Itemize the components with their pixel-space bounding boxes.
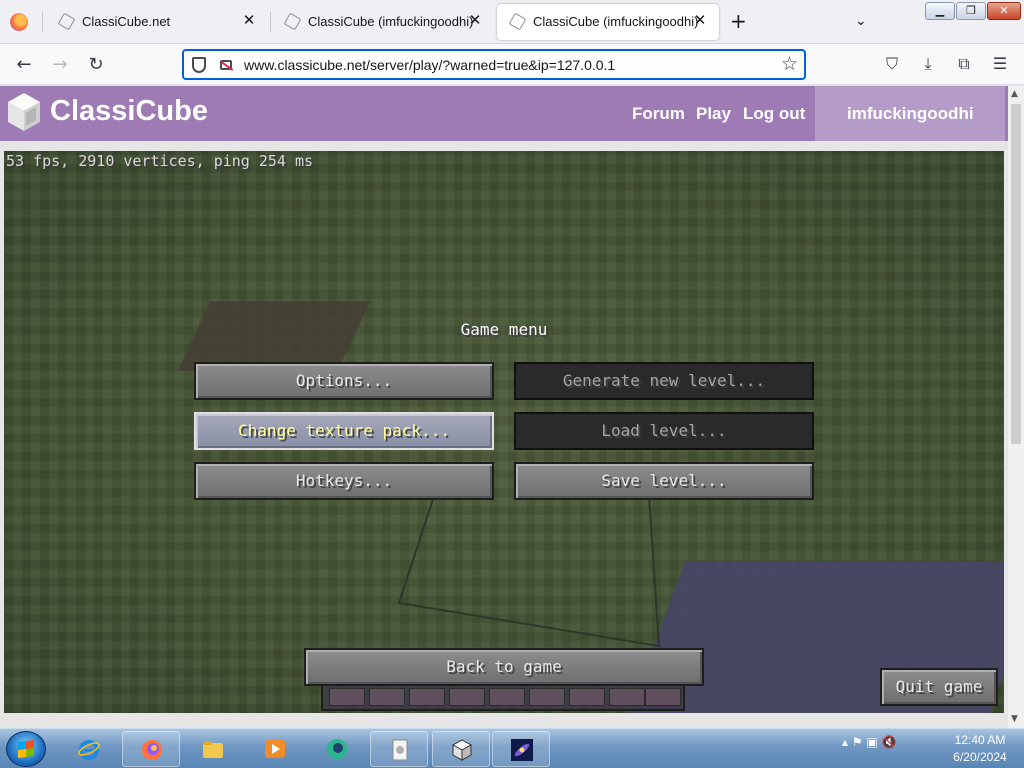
web-page: ClassiCube Forum Play Log out imfuckingo…	[0, 86, 1008, 728]
site-title[interactable]: ClassiCube	[50, 95, 208, 128]
user-menu[interactable]: imfuckingoodhi	[815, 86, 1005, 141]
tab-title: ClassiCube (imfuckingoodhi)	[533, 14, 699, 29]
new-tab-button[interactable]: +	[730, 11, 747, 31]
taskbar-media-player[interactable]	[246, 731, 304, 767]
clock-time[interactable]: 12:40 AM	[940, 733, 1020, 747]
tab-classicube-user-1[interactable]: ClassiCube (imfuckingoodhi) ✕	[272, 4, 494, 40]
scroll-thumb[interactable]	[1011, 104, 1021, 444]
address-bar[interactable]: www.classicube.net/server/play/?warned=t…	[182, 49, 806, 80]
menu-title: Game menu	[460, 320, 548, 339]
taskbar-internet-explorer[interactable]	[60, 731, 118, 767]
hotbar-slot	[645, 688, 681, 706]
quit-game-button[interactable]: Quit game	[880, 668, 998, 706]
game-canvas[interactable]: 53 fps, 2910 vertices, ping 254 ms Game …	[4, 151, 1004, 713]
tab-classicube-net[interactable]: ClassiCube.net ✕	[46, 4, 268, 40]
options-button[interactable]: Options...	[194, 362, 494, 400]
insecure-connection-icon[interactable]	[220, 60, 232, 70]
cube-favicon-icon	[508, 12, 527, 31]
debug-stats: 53 fps, 2910 vertices, ping 254 ms	[6, 152, 314, 170]
back-button[interactable]: ←	[12, 53, 36, 77]
change-texture-pack-button[interactable]: Change texture pack...	[194, 412, 494, 450]
close-window-button[interactable]: ✕	[987, 2, 1021, 20]
hotbar-slot	[489, 688, 525, 706]
load-level-button[interactable]: Load level...	[514, 412, 814, 450]
hotbar-slot	[369, 688, 405, 706]
start-button[interactable]	[6, 731, 46, 767]
close-tab-icon[interactable]: ✕	[466, 12, 484, 30]
app-menu-icon[interactable]: ☰	[989, 53, 1011, 75]
scroll-up-arrow-icon[interactable]: ▲	[1011, 89, 1018, 99]
nav-link-forum[interactable]: Forum	[632, 104, 685, 124]
folder-icon	[203, 741, 223, 758]
tracking-protection-shield-icon[interactable]	[192, 57, 206, 73]
hotbar-slot	[449, 688, 485, 706]
scroll-down-arrow-icon[interactable]: ▼	[1011, 714, 1018, 724]
cube-favicon-icon	[283, 12, 302, 31]
hotbar-slot	[329, 688, 365, 706]
close-tab-icon[interactable]: ✕	[240, 12, 258, 30]
url-text[interactable]: www.classicube.net/server/play/?warned=t…	[244, 57, 615, 73]
site-header: ClassiCube Forum Play Log out imfuckingo…	[0, 86, 1008, 141]
downloads-icon[interactable]: ⤓	[917, 53, 939, 75]
taskbar-app[interactable]	[308, 731, 366, 767]
tab-title: ClassiCube.net	[82, 14, 171, 29]
bookmark-star-icon[interactable]: ☆	[781, 53, 798, 75]
minimize-button[interactable]: ▁	[925, 2, 955, 20]
galaxy-icon	[511, 739, 533, 761]
clock-date[interactable]: 6/20/2024	[940, 750, 1020, 764]
taskbar-file-explorer[interactable]	[184, 731, 242, 767]
classicube-logo-icon[interactable]	[6, 91, 42, 133]
taskbar-classicube[interactable]	[432, 731, 490, 767]
page-scrollbar[interactable]: ▲ ▼	[1008, 86, 1024, 728]
taskbar-galaxy-app[interactable]	[492, 731, 550, 767]
media-player-icon	[265, 740, 285, 758]
nav-link-logout[interactable]: Log out	[743, 104, 805, 124]
cube-favicon-icon	[57, 12, 76, 31]
list-all-tabs-button[interactable]: ⌄	[855, 13, 867, 29]
maximize-button[interactable]: ❐	[956, 2, 986, 20]
taskbar-document[interactable]	[370, 731, 428, 767]
taskbar-firefox[interactable]	[122, 731, 180, 767]
navigation-bar: ← → ↻ www.classicube.net/server/play/?wa…	[0, 44, 1024, 85]
hotbar-slot	[569, 688, 605, 706]
generate-level-button[interactable]: Generate new level...	[514, 362, 814, 400]
tab-title: ClassiCube (imfuckingoodhi)	[308, 14, 474, 29]
system-tray-icons[interactable]: ▴ ⚑ ▣ 🔇	[842, 735, 897, 749]
document-icon	[392, 739, 408, 761]
firefox-view-icon[interactable]	[10, 13, 28, 31]
reload-button[interactable]: ↻	[84, 53, 108, 77]
tab-separator	[270, 12, 271, 32]
hotbar-slot	[529, 688, 565, 706]
hotbar-slot	[409, 688, 445, 706]
menu-overlay	[4, 151, 1004, 713]
classicube-icon	[451, 739, 473, 761]
save-level-button[interactable]: Save level...	[514, 462, 814, 500]
username-label[interactable]: imfuckingoodhi	[847, 104, 974, 124]
hotbar-slot	[609, 688, 645, 706]
pocket-icon[interactable]: ⛉	[881, 53, 903, 75]
hotbar	[321, 683, 685, 711]
back-to-game-button[interactable]: Back to game	[304, 648, 704, 686]
tab-strip: ClassiCube.net ✕ ClassiCube (imfuckingoo…	[0, 0, 1024, 44]
tab-separator	[42, 12, 43, 32]
chat-app-icon	[327, 739, 347, 759]
hotkeys-button[interactable]: Hotkeys...	[194, 462, 494, 500]
extensions-icon[interactable]: ⧉	[953, 53, 975, 75]
close-tab-icon[interactable]: ✕	[691, 12, 709, 30]
forward-button[interactable]: →	[48, 53, 72, 77]
internet-explorer-icon	[78, 740, 100, 760]
windows-taskbar: ▴ ⚑ ▣ 🔇 12:40 AM 6/20/2024	[0, 728, 1024, 768]
tab-classicube-user-2[interactable]: ClassiCube (imfuckingoodhi) ✕	[497, 4, 719, 40]
nav-link-play[interactable]: Play	[696, 104, 731, 124]
firefox-icon	[142, 740, 162, 760]
